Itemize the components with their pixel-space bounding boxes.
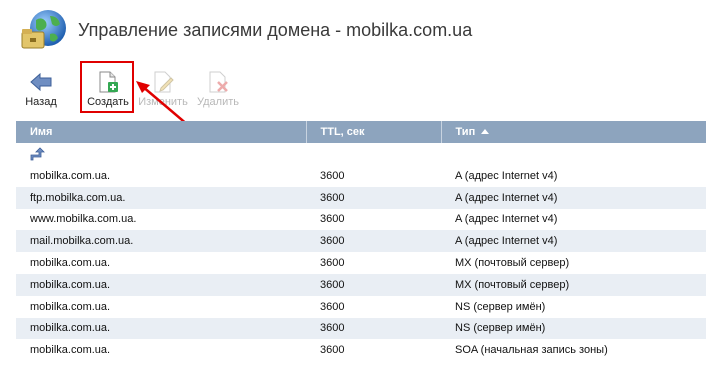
table-row[interactable]: mobilka.com.ua. 3600 SOA (начальная запись… xyxy=(16,339,706,361)
table-row[interactable]: www.mobilka.com.ua. 3600 A (адрес Internet… xyxy=(16,209,706,231)
table-row[interactable]: mobilka.com.ua. 3600 NS (сервер имён) xyxy=(16,317,706,340)
record-name-cell: ftp.mobilka.com.ua. xyxy=(16,186,306,209)
record-type-cell: NS (сервер имён) xyxy=(455,300,546,313)
table-row[interactable]: mail.mobilka.com.ua. 3600 A (адрес Interne… xyxy=(16,230,706,253)
record-name-cell: mobilka.com.ua. xyxy=(30,300,111,313)
record-ttl-cell: 3600 xyxy=(320,169,345,182)
record-type-cell: A (адрес Internet v4) xyxy=(455,213,558,226)
record-type-cell: NS (сервер имён) xyxy=(441,317,706,340)
table-row[interactable]: mobilka.com.ua. 3600 NS (сервер имён) xyxy=(16,296,706,318)
record-ttl-cell: 3600 xyxy=(306,230,441,253)
table-header-row: Имя TTL, сек Тип xyxy=(16,121,706,143)
record-type-cell: MX (почтовый сервер) xyxy=(455,257,570,270)
record-name-cell: mobilka.com.ua. xyxy=(16,273,306,296)
folder-up-icon[interactable] xyxy=(30,147,46,161)
column-type[interactable]: Тип xyxy=(441,121,706,143)
sort-asc-icon xyxy=(481,129,490,134)
record-name-cell: mail.mobilka.com.ua. xyxy=(16,230,306,253)
record-type-cell: A (адрес Internet v4) xyxy=(441,230,706,253)
parent-row[interactable] xyxy=(16,143,706,165)
record-ttl-cell: 3600 xyxy=(320,213,345,226)
record-type-cell: A (адрес Internet v4) xyxy=(441,186,706,209)
record-name-cell: mobilka.com.ua. xyxy=(30,344,111,357)
record-type-cell: SOA (начальная запись зоны) xyxy=(455,344,608,357)
table-row[interactable]: mobilka.com.ua. 3600 MX (почтовый сервер) xyxy=(16,273,706,296)
page-header: Управление записями домена - mobilka.com… xyxy=(0,0,708,60)
record-name-cell: www.mobilka.com.ua. xyxy=(30,213,137,226)
page-title: Управление записями домена - mobilka.com… xyxy=(78,20,473,40)
globe-folder-icon xyxy=(21,10,66,49)
table-row[interactable]: mobilka.com.ua. 3600 A (адрес Internet v4) xyxy=(16,165,706,187)
column-ttl[interactable]: TTL, сек xyxy=(306,121,442,143)
record-name-cell: mobilka.com.ua. xyxy=(16,317,306,340)
record-ttl-cell: 3600 xyxy=(320,257,345,270)
record-type-cell: A (адрес Internet v4) xyxy=(455,169,558,182)
table-row[interactable]: ftp.mobilka.com.ua. 3600 A (адрес Internet… xyxy=(16,186,706,209)
arrow-left-icon xyxy=(30,72,52,92)
record-ttl-cell: 3600 xyxy=(306,317,441,340)
record-name-cell: mobilka.com.ua. xyxy=(30,257,111,270)
parent-cell[interactable] xyxy=(16,143,706,165)
record-ttl-cell: 3600 xyxy=(320,344,345,357)
back-button-label: Назад xyxy=(25,96,57,108)
column-name[interactable]: Имя xyxy=(16,121,307,143)
record-ttl-cell: 3600 xyxy=(306,273,441,296)
create-button-highlight xyxy=(80,61,134,113)
back-button[interactable]: Назад xyxy=(11,66,71,112)
record-name-cell: mobilka.com.ua. xyxy=(30,169,111,182)
record-ttl-cell: 3600 xyxy=(320,300,345,313)
record-type-cell: MX (почтовый сервер) xyxy=(441,273,706,296)
dns-records-table: Имя TTL, сек Тип mobilka.com.ua. 3600 A (а… xyxy=(16,121,706,361)
record-ttl-cell: 3600 xyxy=(306,186,441,209)
table-row[interactable]: mobilka.com.ua. 3600 MX (почтовый сервер) xyxy=(16,252,706,274)
